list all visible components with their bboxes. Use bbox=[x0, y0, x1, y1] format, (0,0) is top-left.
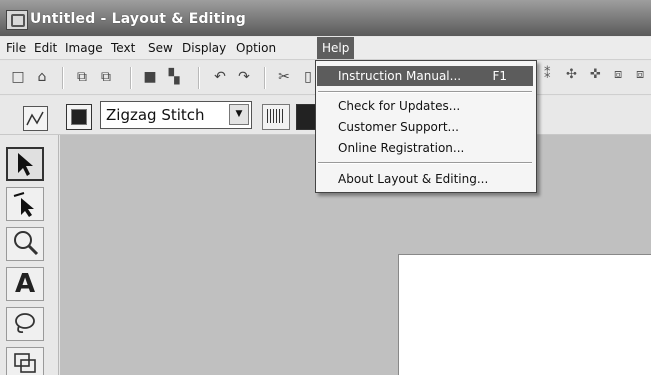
select-tool[interactable] bbox=[6, 147, 44, 181]
toolbar-separator bbox=[130, 67, 132, 89]
menu-separator bbox=[318, 91, 532, 93]
menu-item-instruction-manual[interactable]: Instruction Manual... F1 bbox=[317, 66, 533, 86]
abc-icon[interactable]: ✣ bbox=[566, 67, 577, 82]
text-tool[interactable]: A bbox=[6, 267, 44, 301]
stitch-pattern-icon[interactable] bbox=[262, 104, 290, 130]
tool-palette: A bbox=[0, 135, 59, 375]
toolbar-separator bbox=[198, 67, 200, 89]
menu-help[interactable]: Help bbox=[317, 37, 355, 59]
stop-icon[interactable]: ■ bbox=[140, 67, 160, 87]
title-bar: Untitled - Layout & Editing bbox=[0, 0, 651, 36]
open-file-icon[interactable]: ⌂ bbox=[32, 67, 52, 87]
menu-edit[interactable]: Edit bbox=[34, 41, 57, 55]
redo-icon[interactable]: ↷ bbox=[234, 67, 254, 87]
menu-text[interactable]: Text bbox=[111, 41, 135, 55]
menu-bar: File Edit Image Text Sew Display Option … bbox=[0, 37, 651, 60]
transform-icon[interactable]: ⧈ bbox=[614, 67, 622, 82]
shape-tool[interactable] bbox=[6, 347, 44, 375]
transform2-icon[interactable]: ⧈ bbox=[636, 67, 644, 82]
new-file-icon[interactable]: □ bbox=[8, 67, 28, 87]
menu-sew[interactable]: Sew bbox=[148, 41, 173, 55]
stitch-type-value: Zigzag Stitch bbox=[106, 106, 205, 124]
undo-icon[interactable]: ↶ bbox=[210, 67, 230, 87]
menu-item-label: Check for Updates... bbox=[338, 99, 461, 113]
app-icon bbox=[6, 10, 28, 30]
design-page[interactable] bbox=[398, 254, 651, 375]
menu-item-label: Online Registration... bbox=[338, 141, 465, 155]
chevron-down-icon[interactable]: ▼ bbox=[229, 104, 249, 125]
import-icon[interactable]: ⧉ bbox=[72, 67, 92, 87]
menu-item-check-updates[interactable]: Check for Updates... bbox=[317, 96, 533, 116]
align-icon[interactable]: ✜ bbox=[590, 67, 601, 82]
lasso-tool[interactable] bbox=[6, 307, 44, 341]
app-window: Untitled - Layout & Editing File Edit Im… bbox=[0, 0, 651, 375]
menu-item-customer-support[interactable]: Customer Support... bbox=[317, 117, 533, 137]
menu-item-about[interactable]: About Layout & Editing... bbox=[317, 169, 533, 189]
toolbar-separator bbox=[62, 67, 64, 89]
text-arc-icon[interactable]: ⁑ bbox=[544, 67, 551, 82]
window-title: Untitled - Layout & Editing bbox=[30, 11, 246, 27]
help-menu-dropdown: Instruction Manual... F1 Check for Updat… bbox=[315, 60, 537, 193]
cut-icon[interactable]: ✂ bbox=[274, 67, 294, 87]
menu-item-online-registration[interactable]: Online Registration... bbox=[317, 138, 533, 158]
stitch-type-select[interactable]: Zigzag Stitch ▼ bbox=[100, 101, 252, 129]
menu-option[interactable]: Option bbox=[236, 41, 276, 55]
menu-item-label: About Layout & Editing... bbox=[338, 172, 489, 186]
menu-display[interactable]: Display bbox=[182, 41, 226, 55]
text-tool-icon: A bbox=[14, 269, 36, 299]
line-color-button[interactable] bbox=[66, 104, 92, 130]
menu-item-label: Customer Support... bbox=[338, 120, 459, 134]
point-edit-tool[interactable] bbox=[6, 187, 44, 221]
menu-file[interactable]: File bbox=[6, 41, 26, 55]
export-icon[interactable]: ⧉ bbox=[96, 67, 116, 87]
menu-separator bbox=[318, 162, 532, 164]
toolbar-separator bbox=[264, 67, 266, 89]
menu-item-label: Instruction Manual... bbox=[338, 69, 462, 83]
line-stitch-icon[interactable] bbox=[23, 106, 48, 131]
sew-icon[interactable]: ▚ bbox=[164, 67, 184, 87]
menu-image[interactable]: Image bbox=[65, 41, 103, 55]
menu-item-shortcut: F1 bbox=[492, 69, 507, 83]
zoom-tool[interactable] bbox=[6, 227, 44, 261]
